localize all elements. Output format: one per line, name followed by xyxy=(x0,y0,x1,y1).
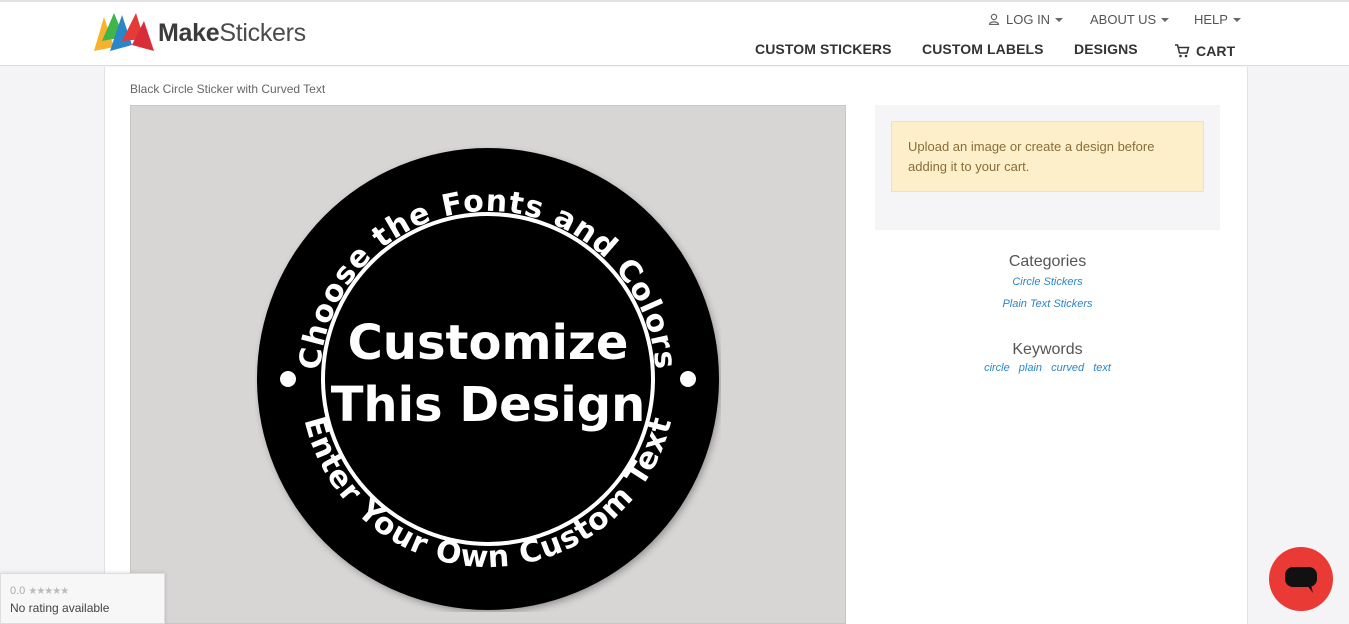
logo-icon xyxy=(94,13,154,51)
nav-custom-labels-label: CUSTOM LABELS xyxy=(922,41,1044,57)
rating-score-value: 0.0 xyxy=(10,585,26,597)
nav-custom-stickers[interactable]: CUSTOM STICKERS xyxy=(755,41,892,57)
user-icon xyxy=(988,13,1000,25)
cart-icon xyxy=(1175,44,1190,58)
chevron-down-icon xyxy=(1161,18,1170,22)
rating-score: 0.0 ★★★★★ xyxy=(10,585,69,597)
star-rating-icon: ★★★★★ xyxy=(28,586,69,597)
nav-custom-labels[interactable]: CUSTOM LABELS xyxy=(922,41,1044,57)
nav-designs-label: DESIGNS xyxy=(1074,41,1138,57)
site-header: MakeStickers LOG IN ABOUT US HELP CUSTOM… xyxy=(0,0,1349,66)
category-link-circle-stickers[interactable]: Circle Stickers xyxy=(875,276,1220,288)
upload-alert: Upload an image or create a design befor… xyxy=(891,121,1204,192)
rating-text: No rating available xyxy=(10,601,110,615)
nav-cart-label: CART xyxy=(1196,43,1236,59)
sticker-dot-right xyxy=(680,371,696,387)
rating-widget[interactable]: 0.0 ★★★★★ No rating available xyxy=(0,573,165,624)
login-menu[interactable]: LOG IN xyxy=(988,9,1064,29)
help-label: HELP xyxy=(1194,11,1228,27)
about-menu[interactable]: ABOUT US xyxy=(1090,9,1170,29)
chevron-down-icon xyxy=(1232,18,1241,22)
keyword-link[interactable]: plain xyxy=(1019,362,1042,374)
design-preview[interactable]: Choose the Fonts and Colors Enter Your O… xyxy=(130,105,846,624)
nav-cart[interactable]: CART xyxy=(1174,43,1235,59)
nav-custom-stickers-label: CUSTOM STICKERS xyxy=(755,41,892,57)
sticker-preview[interactable]: Choose the Fonts and Colors Enter Your O… xyxy=(255,146,721,612)
sticker-center-line1: Customize xyxy=(348,315,629,371)
chat-icon xyxy=(1285,567,1317,593)
chevron-down-icon xyxy=(1055,18,1064,22)
about-label: ABOUT US xyxy=(1090,11,1157,27)
makestickers-logo[interactable]: MakeStickers xyxy=(92,11,306,55)
category-link-plain-text-stickers[interactable]: Plain Text Stickers xyxy=(875,298,1220,310)
sticker-center-line2: This Design xyxy=(331,377,646,433)
keyword-link[interactable]: curved xyxy=(1051,362,1084,374)
order-panel: Upload an image or create a design befor… xyxy=(875,105,1220,230)
nav-designs[interactable]: DESIGNS xyxy=(1074,41,1138,57)
sticker-dot-left xyxy=(280,371,296,387)
categories-title: Categories xyxy=(1008,253,1087,270)
login-label: LOG IN xyxy=(1006,11,1051,27)
breadcrumb: Black Circle Sticker with Curved Text xyxy=(130,82,326,96)
keyword-link[interactable]: text xyxy=(1093,362,1111,374)
keyword-list: circle plain curved text xyxy=(875,362,1220,374)
help-menu[interactable]: HELP xyxy=(1194,9,1241,29)
keywords-title: Keywords xyxy=(1012,341,1083,358)
logo-wordmark: MakeStickers xyxy=(158,18,306,47)
keyword-link[interactable]: circle xyxy=(984,362,1010,374)
chat-button[interactable] xyxy=(1269,547,1333,611)
